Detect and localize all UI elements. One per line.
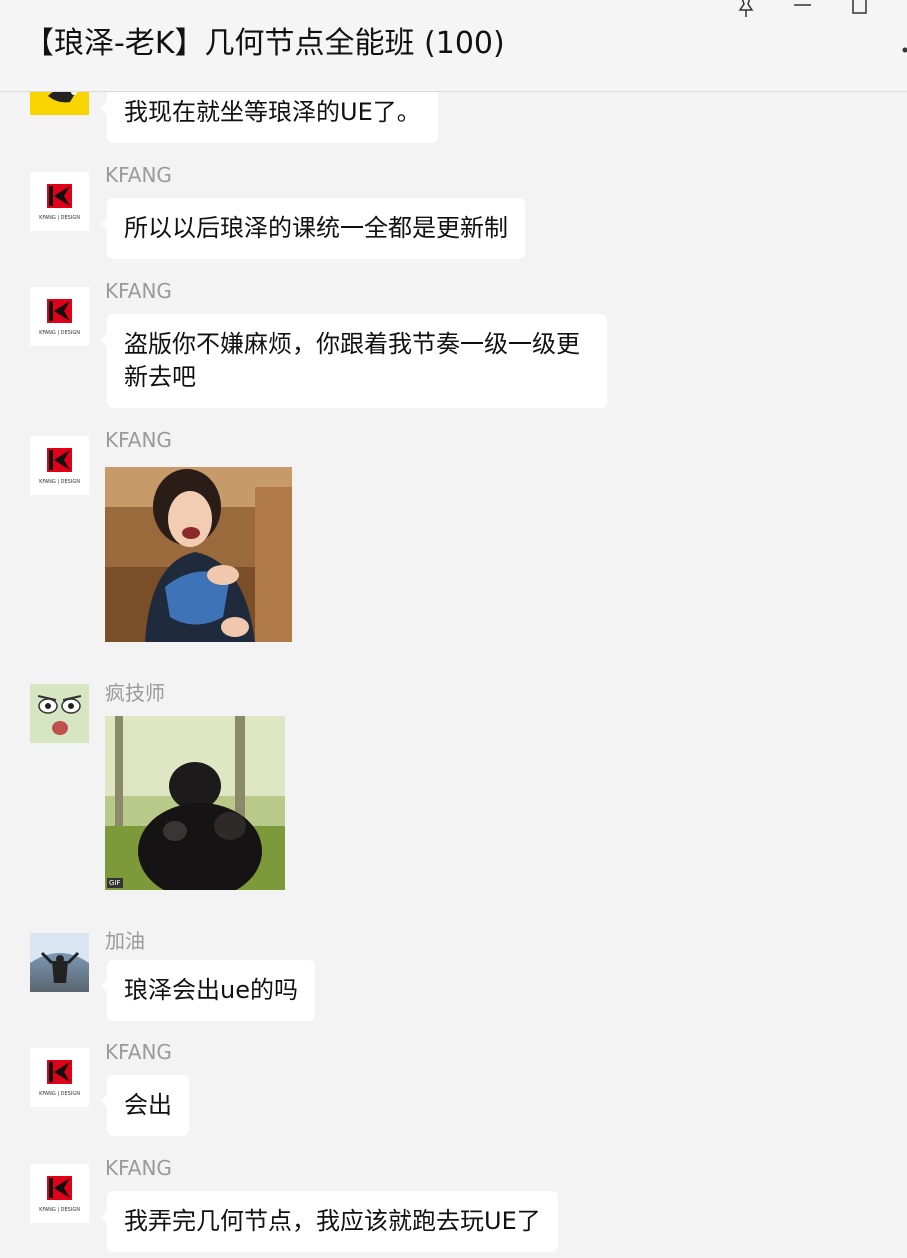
message-bubble[interactable]: 所以以后琅泽的课统一全都是更新制	[101, 198, 525, 259]
shocked-face-avatar-icon	[30, 684, 89, 743]
laughing-girl-sticker-image[interactable]	[105, 467, 292, 642]
minimize-icon	[794, 4, 811, 6]
svg-text:KFANG | DESIGN: KFANG | DESIGN	[39, 1091, 80, 1097]
chat-message-list[interactable]: 我现在就坐等琅泽的UE了。 KFANG | DESIGN KFANG 所以以后琅…	[0, 0, 907, 1258]
message-bubble[interactable]: 琅泽会出ue的吗	[101, 960, 315, 1021]
maximize-icon	[852, 0, 867, 14]
maximize-button[interactable]	[848, 0, 872, 18]
message-text: 我现在就坐等琅泽的UE了。	[124, 98, 421, 126]
message-bubble[interactable]: 会出	[101, 1075, 189, 1136]
sender-name: KFANG	[105, 1040, 172, 1064]
sender-name: 加油	[105, 929, 145, 953]
message-bubble[interactable]: 盗版你不嫌麻烦，你跟着我节奏一级一级更新去吧	[101, 314, 607, 408]
svg-text:KFANG | DESIGN: KFANG | DESIGN	[39, 1207, 80, 1213]
svg-text:KFANG | DESIGN: KFANG | DESIGN	[39, 215, 80, 221]
pin-button[interactable]	[734, 0, 758, 18]
message-text: 会出	[124, 1091, 172, 1119]
avatar[interactable]: KFANG | DESIGN	[30, 1048, 89, 1107]
sender-name: 疯技师	[105, 681, 165, 705]
avatar[interactable]: KFANG | DESIGN	[30, 1164, 89, 1223]
pin-icon	[738, 0, 754, 17]
message-text: 所以以后琅泽的课统一全都是更新制	[124, 214, 508, 242]
avatar[interactable]	[30, 684, 89, 743]
kfang-logo-icon: KFANG | DESIGN	[30, 172, 89, 231]
message-text: 盗版你不嫌麻烦，你跟着我节奏一级一级更新去吧	[124, 330, 580, 391]
title-bar: 【琅泽-老K】几何节点全能班 (100)	[0, 0, 907, 92]
message-bubble[interactable]: 我弄完几何节点，我应该就跑去玩UE了	[101, 1191, 558, 1252]
avatar[interactable]: KFANG | DESIGN	[30, 287, 89, 346]
avatar[interactable]: KFANG | DESIGN	[30, 172, 89, 231]
sender-name: KFANG	[105, 279, 172, 303]
kfang-logo-icon: KFANG | DESIGN	[30, 287, 89, 346]
more-button[interactable]	[897, 38, 907, 60]
kfang-logo-icon: KFANG | DESIGN	[30, 1048, 89, 1107]
svg-text:KFANG | DESIGN: KFANG | DESIGN	[39, 479, 80, 485]
message-text: 我弄完几何节点，我应该就跑去玩UE了	[124, 1207, 541, 1235]
kfang-logo-icon: KFANG | DESIGN	[30, 436, 89, 495]
kfang-logo-icon: KFANG | DESIGN	[30, 1164, 89, 1223]
person-avatar-icon	[30, 933, 89, 992]
sender-name: KFANG	[105, 428, 172, 452]
gorilla-gif-image[interactable]: GIF	[105, 716, 285, 890]
chat-title: 【琅泽-老K】几何节点全能班 (100)	[24, 26, 505, 61]
avatar[interactable]	[30, 933, 89, 992]
gif-badge: GIF	[107, 878, 123, 888]
more-icon	[902, 47, 907, 53]
minimize-button[interactable]	[791, 0, 815, 18]
svg-text:KFANG | DESIGN: KFANG | DESIGN	[39, 330, 80, 336]
sender-name: KFANG	[105, 163, 172, 187]
sender-name: KFANG	[105, 1156, 172, 1180]
avatar[interactable]: KFANG | DESIGN	[30, 436, 89, 495]
message-text: 琅泽会出ue的吗	[124, 976, 298, 1004]
